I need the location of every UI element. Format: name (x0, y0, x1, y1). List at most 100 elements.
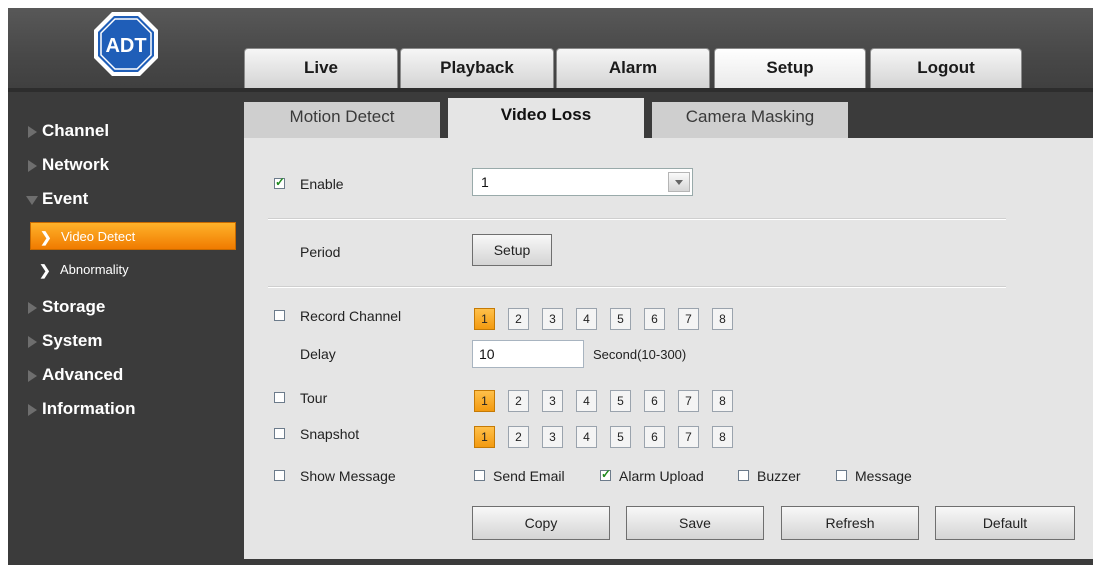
triangle-down-icon (26, 196, 38, 205)
sidebar-item-label: Storage (42, 297, 106, 316)
sidebar-item-label: System (42, 331, 103, 350)
tour-channel-7[interactable]: 7 (678, 390, 699, 412)
channel-select[interactable]: 1 (472, 168, 693, 196)
sidebar-item-channel[interactable]: Channel (8, 116, 244, 146)
bottom-bar (244, 559, 1093, 565)
chevron-right-icon: ❯ (39, 262, 51, 278)
settings-panel: Enable 1 Period Setup Record Channel 1 2… (244, 138, 1093, 559)
snapshot-channel-5[interactable]: 5 (610, 426, 631, 448)
tour-channel-3[interactable]: 3 (542, 390, 563, 412)
send-email-label: Send Email (493, 468, 565, 484)
record-channel-2[interactable]: 2 (508, 308, 529, 330)
triangle-right-icon (28, 126, 37, 138)
nav-tab-playback[interactable]: Playback (400, 48, 554, 90)
default-button[interactable]: Default (935, 506, 1075, 540)
snapshot-channel-selector: 1 2 3 4 5 6 7 8 (474, 426, 774, 448)
record-channel-8[interactable]: 8 (712, 308, 733, 330)
sidebar-item-label: Network (42, 155, 110, 174)
snapshot-checkbox[interactable] (274, 428, 285, 439)
tab-camera-masking[interactable]: Camera Masking (652, 102, 848, 138)
message-checkbox[interactable] (836, 470, 847, 481)
show-message-checkbox[interactable] (274, 470, 285, 481)
tour-label: Tour (300, 390, 328, 406)
enable-label: Enable (300, 176, 344, 192)
copy-button[interactable]: Copy (472, 506, 610, 540)
delay-label: Delay (300, 346, 336, 362)
sidebar-subitem-video-detect[interactable]: ❯ Video Detect (30, 222, 236, 250)
record-channel-3[interactable]: 3 (542, 308, 563, 330)
period-setup-button[interactable]: Setup (472, 234, 552, 266)
tour-channel-1[interactable]: 1 (474, 390, 495, 412)
tab-video-loss[interactable]: Video Loss (448, 98, 644, 138)
snapshot-channel-4[interactable]: 4 (576, 426, 597, 448)
tour-checkbox[interactable] (274, 392, 285, 403)
alarm-upload-checkbox[interactable] (600, 467, 611, 481)
delay-unit: Second(10-300) (593, 347, 687, 362)
save-button[interactable]: Save (626, 506, 764, 540)
tour-channel-2[interactable]: 2 (508, 390, 529, 412)
nav-tab-logout[interactable]: Logout (870, 48, 1022, 90)
snapshot-channel-6[interactable]: 6 (644, 426, 665, 448)
triangle-right-icon (28, 404, 37, 416)
divider (268, 218, 1006, 220)
period-label: Period (300, 244, 341, 260)
buzzer-label: Buzzer (757, 468, 801, 484)
sidebar-item-system[interactable]: System (8, 326, 244, 356)
record-channel-5[interactable]: 5 (610, 308, 631, 330)
sidebar-subitem-label: Video Detect (61, 229, 136, 244)
sidebar-item-network[interactable]: Network (8, 150, 244, 180)
tour-channel-5[interactable]: 5 (610, 390, 631, 412)
subtab-bar: Motion Detect Video Loss Camera Masking (244, 92, 1093, 138)
chevron-down-icon[interactable] (668, 172, 690, 192)
triangle-right-icon (28, 160, 37, 172)
enable-checkbox[interactable] (274, 175, 285, 189)
delay-input[interactable]: 10 (472, 340, 584, 368)
chevron-right-icon: ❯ (40, 229, 52, 245)
logo-text: ADT (105, 35, 146, 57)
snapshot-channel-8[interactable]: 8 (712, 426, 733, 448)
sidebar-item-information[interactable]: Information (8, 394, 244, 424)
triangle-right-icon (28, 302, 37, 314)
refresh-button[interactable]: Refresh (781, 506, 919, 540)
snapshot-channel-7[interactable]: 7 (678, 426, 699, 448)
tour-channel-8[interactable]: 8 (712, 390, 733, 412)
nav-tab-setup[interactable]: Setup (714, 48, 866, 92)
record-channel-label: Record Channel (300, 308, 402, 324)
nav-tab-live[interactable]: Live (244, 48, 398, 90)
record-channel-checkbox[interactable] (274, 310, 285, 321)
sidebar-item-label: Information (42, 399, 136, 418)
record-channel-7[interactable]: 7 (678, 308, 699, 330)
tab-motion-detect[interactable]: Motion Detect (244, 102, 440, 138)
message-label: Message (855, 468, 912, 484)
adt-logo: ADT (94, 12, 158, 76)
sidebar: Channel Network Event ❯ Video Detect ❯ A… (8, 92, 244, 565)
triangle-right-icon (28, 370, 37, 382)
triangle-right-icon (28, 336, 37, 348)
snapshot-channel-3[interactable]: 3 (542, 426, 563, 448)
record-channel-selector: 1 2 3 4 5 6 7 8 (474, 308, 774, 330)
tour-channel-4[interactable]: 4 (576, 390, 597, 412)
sidebar-subitem-abnormality[interactable]: ❯ Abnormality (30, 256, 236, 284)
sidebar-item-storage[interactable]: Storage (8, 292, 244, 322)
channel-select-value: 1 (481, 174, 489, 190)
sidebar-item-label: Channel (42, 121, 110, 140)
sidebar-item-label: Event (42, 189, 89, 208)
sidebar-item-advanced[interactable]: Advanced (8, 360, 244, 390)
sidebar-item-event[interactable]: Event (8, 184, 244, 214)
buzzer-checkbox[interactable] (738, 470, 749, 481)
show-message-label: Show Message (300, 468, 396, 484)
record-channel-6[interactable]: 6 (644, 308, 665, 330)
tour-channel-6[interactable]: 6 (644, 390, 665, 412)
snapshot-label: Snapshot (300, 426, 360, 442)
nav-tab-alarm[interactable]: Alarm (556, 48, 710, 90)
snapshot-channel-2[interactable]: 2 (508, 426, 529, 448)
sidebar-item-label: Advanced (42, 365, 124, 384)
alarm-upload-label: Alarm Upload (619, 468, 704, 484)
divider (268, 286, 1006, 288)
app-frame: ADT Live Playback Alarm Setup Logout Cha… (8, 8, 1093, 565)
send-email-checkbox[interactable] (474, 470, 485, 481)
record-channel-1[interactable]: 1 (474, 308, 495, 330)
snapshot-channel-1[interactable]: 1 (474, 426, 495, 448)
header-bar: ADT Live Playback Alarm Setup Logout (8, 8, 1093, 92)
record-channel-4[interactable]: 4 (576, 308, 597, 330)
